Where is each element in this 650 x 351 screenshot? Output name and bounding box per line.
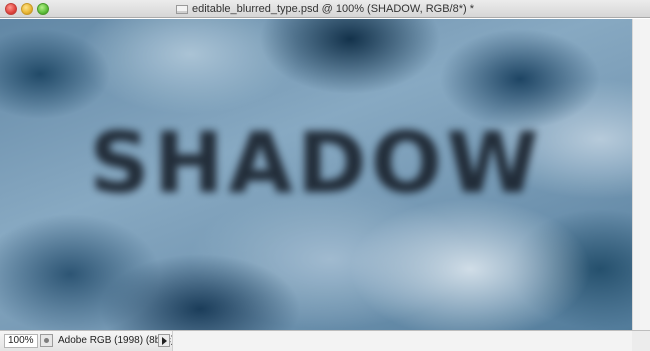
document-proxy-icon[interactable] (175, 4, 188, 14)
horizontal-scrollbar[interactable] (172, 331, 632, 351)
zoom-level-field[interactable]: 100% (4, 334, 38, 348)
document-profile-info: Adobe RGB (1998) (8bpc) (58, 335, 175, 346)
status-menu-arrow-icon[interactable] (158, 334, 170, 347)
vertical-scrollbar[interactable] (632, 19, 650, 330)
window-title: editable_blurred_type.psd @ 100% (SHADOW… (191, 3, 475, 15)
title-group: editable_blurred_type.psd @ 100% (SHADOW… (0, 0, 650, 18)
status-info-icon[interactable] (40, 334, 53, 347)
resize-grip[interactable] (632, 331, 650, 351)
title-bar[interactable]: editable_blurred_type.psd @ 100% (SHADOW… (0, 0, 650, 18)
document-canvas[interactable]: SHADOW (0, 19, 632, 330)
document-window: editable_blurred_type.psd @ 100% (SHADOW… (0, 0, 650, 351)
status-bar: 100% Adobe RGB (1998) (8bpc) (0, 330, 650, 351)
blurred-type-layer: SHADOW (89, 114, 543, 212)
